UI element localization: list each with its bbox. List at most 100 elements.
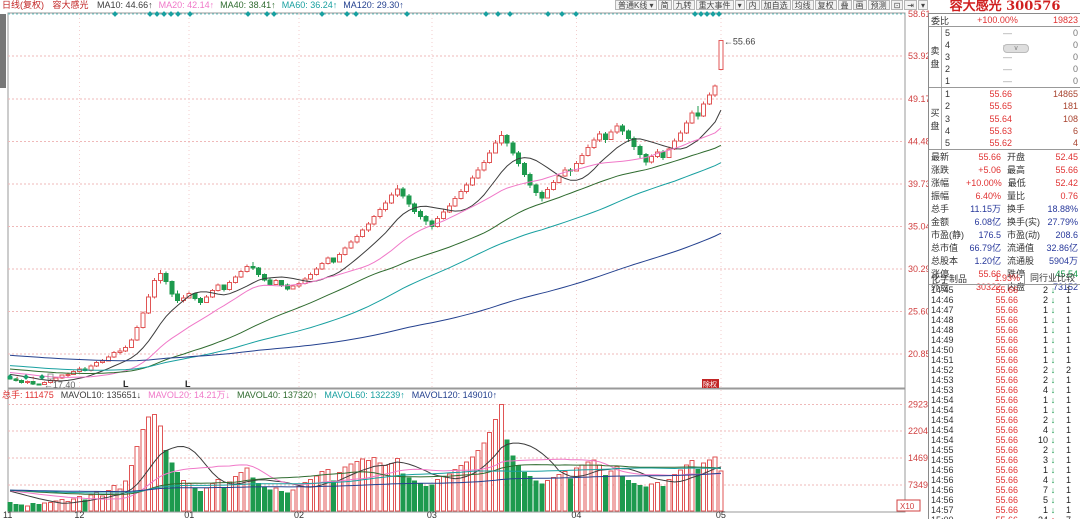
mavol-label: MAVOL10: 135651↓ [61, 390, 141, 400]
order-level: 3 [942, 114, 954, 124]
stats-row: 金额6.08亿换手(实)27.79% [929, 215, 1080, 228]
mavol120-line [10, 473, 721, 491]
order-volume: 4 [1012, 138, 1080, 148]
chart-area[interactable]: 58.6153.9249.1744.4839.7335.0430.2925.60… [0, 0, 932, 519]
order-level: 3 [942, 52, 954, 62]
tick-list[interactable]: 14:4555.662↓114:4655.662↓114:4755.661↓11… [929, 285, 1080, 519]
tick-price: 55.66 [963, 335, 1018, 345]
tick-count: 1 [1058, 355, 1080, 365]
tick-count: 2 [1058, 365, 1080, 375]
tick-row: 14:5455.6610↓1 [929, 435, 1080, 445]
tick-down-arrow-icon: ↓ [1048, 425, 1058, 435]
stat-value: 55.66 [1043, 165, 1080, 175]
tick-row: 14:5055.661↓1 [929, 345, 1080, 355]
tick-price: 55.66 [963, 395, 1018, 405]
tick-time: 14:51 [929, 355, 963, 365]
tick-count: 1 [1058, 455, 1080, 465]
tick-row: 14:5555.662↓1 [929, 445, 1080, 455]
tick-price: 55.66 [963, 485, 1018, 495]
tick-lots: 3 [1018, 455, 1048, 465]
order-price: — [954, 28, 1012, 38]
stats-row: 总股本1.20亿流通股5904万 [929, 254, 1080, 267]
tick-price: 55.66 [963, 425, 1018, 435]
weibi-label: 委比 [929, 14, 955, 27]
tick-row: 14:4555.662↓1 [929, 285, 1080, 295]
sell-order-row: 1—0 [942, 75, 1080, 87]
weibi-diff: 19823 [1040, 15, 1080, 25]
tick-lots: 4 [1018, 425, 1048, 435]
industry-name[interactable]: 化学制品 [929, 272, 990, 285]
tick-row: 14:5655.664↓1 [929, 475, 1080, 485]
tick-down-arrow-icon: ↓ [1048, 325, 1058, 335]
industry-compare-link[interactable]: 同行业比较 [1024, 272, 1080, 284]
mavol-label: MAVOL60: 132239↑ [324, 390, 404, 400]
tick-time: 14:47 [929, 305, 963, 315]
stat-value: 55.66 [966, 152, 1001, 162]
tick-row: 14:4755.661↓1 [929, 305, 1080, 315]
tick-down-arrow-icon: ↓ [1048, 315, 1058, 325]
stat-value: 6.08亿 [966, 215, 1001, 228]
tick-time: 14:56 [929, 465, 963, 475]
tick-down-arrow-icon: ↓ [1048, 415, 1058, 425]
volume-axis-labels: 2923822048146997349X10 [897, 400, 932, 511]
buy-side-char: 盘 [930, 119, 939, 132]
tick-count: 1 [1058, 385, 1080, 395]
tick-count: 1 [1058, 475, 1080, 485]
stat-label: 最新 [929, 150, 966, 163]
sell-order-row: 2—0 [942, 63, 1080, 75]
stat-label: 金额 [929, 215, 966, 228]
stat-label: 市盈(静) [929, 228, 966, 241]
svg-text:7349: 7349 [908, 480, 928, 490]
stock-name: 容大感光 [950, 0, 1002, 14]
tick-lots: 2 [1018, 295, 1048, 305]
tick-lots: 2 [1018, 285, 1048, 295]
tick-time: 14:54 [929, 435, 963, 445]
collapse-chevron-button[interactable]: ∨ [1003, 44, 1029, 53]
stat-value: 18.88% [1043, 204, 1080, 214]
tick-down-arrow-icon: ↓ [1048, 455, 1058, 465]
order-level: 2 [942, 101, 954, 111]
order-price: 55.62 [954, 138, 1012, 148]
buy-order-book: 买盘 155.6614865255.65181355.64108455.6365… [929, 88, 1080, 150]
tick-row: 14:4855.661↓1 [929, 315, 1080, 325]
stat-label: 总股本 [929, 254, 966, 267]
svg-text:除权: 除权 [703, 380, 717, 389]
stat-value: 27.79% [1043, 217, 1080, 227]
last-price-callout: ←55.66 [724, 37, 756, 47]
tick-time: 14:53 [929, 385, 963, 395]
tick-down-arrow-icon: ↓ [1048, 305, 1058, 315]
buy-side-label: 买盘 [929, 88, 942, 149]
tick-row: 14:5655.665↓1 [929, 495, 1080, 505]
low-price-callout: ←17.40 [44, 380, 76, 390]
tick-price: 55.66 [963, 295, 1018, 305]
tick-row: 14:5455.662↓1 [929, 415, 1080, 425]
order-volume: 181 [1012, 101, 1080, 111]
tick-lots: 5 [1018, 495, 1048, 505]
tick-down-arrow-icon: ↓ [1048, 395, 1058, 405]
tick-time: 14:56 [929, 495, 963, 505]
tick-lots: 4 [1018, 385, 1048, 395]
svg-text:02: 02 [294, 510, 304, 519]
tick-down-arrow-icon: ↓ [1048, 295, 1058, 305]
tick-lots: 10 [1018, 435, 1048, 445]
tick-count: 1 [1058, 495, 1080, 505]
stats-row: 总市值66.79亿流通值32.86亿 [929, 241, 1080, 254]
svg-text:03: 03 [427, 510, 437, 519]
tick-down-arrow-icon: ↓ [1048, 335, 1058, 345]
tick-lots: 2 [1018, 375, 1048, 385]
order-price: 55.65 [954, 101, 1012, 111]
signal-up-arrow-icon: ↑ [31, 374, 35, 383]
price-volume-chart: 58.6153.9249.1744.4839.7335.0430.2925.60… [0, 0, 932, 519]
tick-price: 55.66 [963, 405, 1018, 415]
stat-label: 最高 [1001, 163, 1043, 176]
tick-count: 7 [1058, 515, 1080, 519]
order-level: 2 [942, 64, 954, 74]
stat-value: +5.06 [966, 165, 1001, 175]
event-l-mark: L [185, 379, 191, 389]
industry-row: 化学制品 1.93% 同行业比较 [929, 272, 1080, 285]
tick-count: 1 [1058, 375, 1080, 385]
tick-price: 55.66 [963, 375, 1018, 385]
order-volume: 0 [1012, 52, 1080, 62]
tick-row: 14:5355.662↓1 [929, 375, 1080, 385]
tick-count: 1 [1058, 345, 1080, 355]
